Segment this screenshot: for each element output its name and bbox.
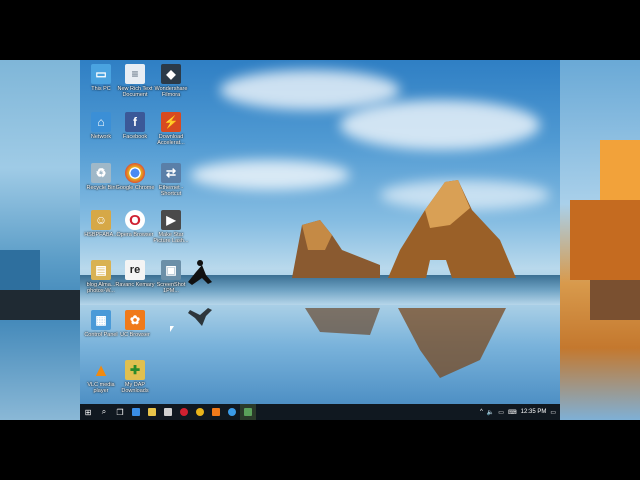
mouse-cursor [170, 326, 174, 332]
network-icon[interactable]: ▭ [498, 409, 504, 416]
uc-browser-icon: ✿ [125, 310, 145, 330]
desktop-icon-uc-browser[interactable]: ✿ UC Browser [114, 310, 156, 338]
start-button[interactable]: ⊞ [80, 404, 96, 420]
desktop-icon-my-dap-downloads[interactable]: ✚ My DAP Downloads [114, 360, 156, 394]
taskbar-internet-explorer[interactable] [224, 404, 240, 420]
computer-icon: ▭ [91, 64, 111, 84]
pixel-block [0, 250, 40, 290]
re-icon: re [125, 260, 145, 280]
search-button[interactable]: ⌕ [96, 404, 112, 420]
task-view-button[interactable]: ❐ [112, 404, 128, 420]
task-view-icon: ❐ [116, 407, 124, 417]
store-icon [164, 408, 172, 416]
user-folder-icon: ☺ [91, 210, 111, 230]
folder-icon: ▤ [91, 260, 111, 280]
download-accelerator-icon: ⚡ [161, 112, 181, 132]
edge-icon [132, 408, 140, 416]
windows-start-icon: ⊞ [84, 407, 92, 417]
file-explorer-icon [148, 408, 156, 416]
filmora-icon: ◆ [161, 64, 181, 84]
opera-icon: O [125, 210, 145, 230]
right-blurred-border [560, 60, 640, 420]
desktop-icon-video-clip[interactable]: ▶ Make Star Picture Lash... [150, 210, 192, 244]
video-clip-icon: ▶ [161, 210, 181, 230]
clock[interactable]: 12:35 PM [521, 409, 547, 415]
vlc-icon: ▲ [92, 359, 110, 380]
pixel-block [0, 290, 80, 320]
system-tray: ^ 🔈 ▭ ⌨ 12:35 PM ▭ [480, 404, 556, 420]
dap-folder-icon: ✚ [125, 360, 145, 380]
keyboard-icon[interactable]: ⌨ [508, 409, 517, 416]
ethernet-icon: ⇄ [161, 163, 181, 183]
screenshot-icon: ▣ [161, 260, 181, 280]
desktop-icon-download-accelerator[interactable]: ⚡ Download Accelerat... [150, 112, 192, 146]
action-center-icon[interactable]: ▭ [550, 409, 556, 416]
volume-icon[interactable]: 🔈 [487, 409, 494, 416]
taskbar-store[interactable] [160, 404, 176, 420]
facebook-icon: f [125, 112, 145, 132]
document-icon: ≡ [125, 64, 145, 84]
uc-browser-icon [212, 408, 220, 416]
taskbar-edge[interactable] [128, 404, 144, 420]
taskbar-opera[interactable] [176, 404, 192, 420]
desktop-icon-screenshot[interactable]: ▣ ScreenShot 1PM... [150, 260, 192, 294]
chrome-icon [125, 163, 145, 183]
pixel-block [570, 200, 640, 280]
pixel-block [600, 140, 640, 200]
taskbar-file-explorer[interactable] [144, 404, 160, 420]
chrome-icon [196, 408, 204, 416]
desktop-wallpaper: ▭ This PC ≡ New Rich Text Document ◆ Won… [80, 60, 560, 420]
network-icon: ⌂ [91, 112, 111, 132]
left-rock-reflection [305, 308, 380, 335]
show-hidden-icons-button[interactable]: ^ [480, 409, 483, 415]
ie-icon [228, 408, 236, 416]
search-icon: ⌕ [101, 407, 107, 416]
left-blurred-border [0, 60, 80, 420]
taskbar: ⊞ ⌕ ❐ ^ 🔈 ▭ ⌨ 12:35 PM ▭ [80, 404, 560, 420]
pixel-block [590, 280, 640, 320]
recycle-bin-icon: ♻ [91, 163, 111, 183]
arch-rock-reflection [398, 308, 506, 378]
control-panel-icon: ▦ [91, 310, 111, 330]
opera-icon [180, 408, 188, 416]
taskbar-utility[interactable] [240, 404, 256, 420]
taskbar-chrome[interactable] [192, 404, 208, 420]
utility-icon [244, 408, 252, 416]
runner-reflection [188, 308, 212, 326]
runner-head [197, 260, 204, 266]
desktop-icon-wondershare-filmora[interactable]: ◆ Wondershare Filmora [150, 64, 192, 98]
desktop-icon-ethernet-shortcut[interactable]: ⇄ Ethernet - Shortcut [150, 163, 192, 197]
taskbar-uc-browser[interactable] [208, 404, 224, 420]
